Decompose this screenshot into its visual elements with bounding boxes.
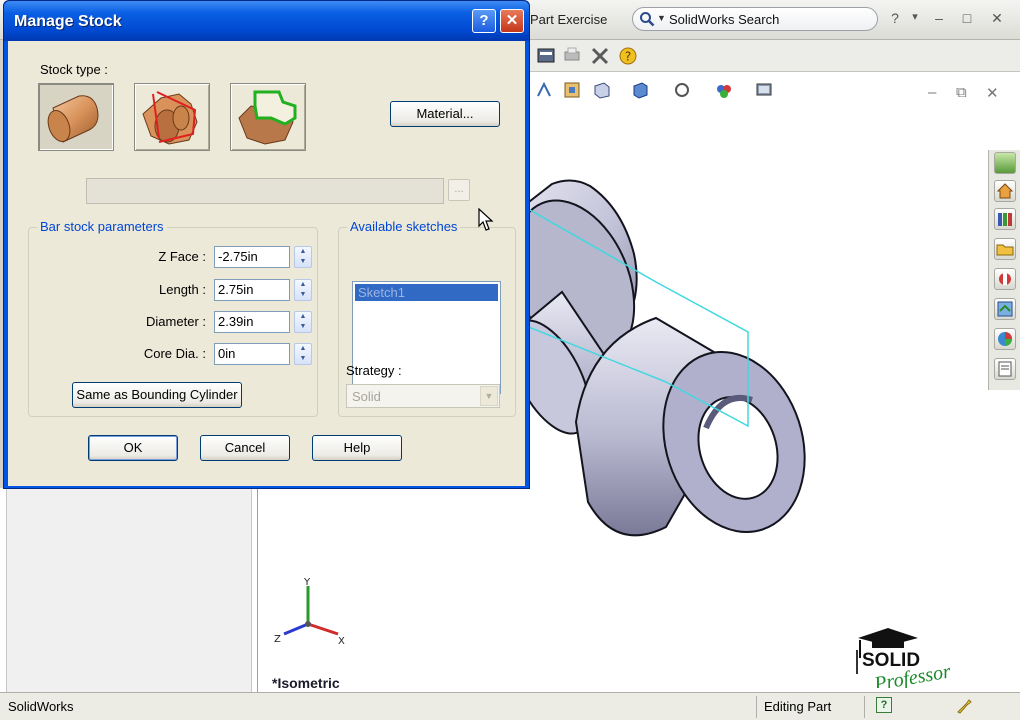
solidworks-resources-tab[interactable]: [994, 152, 1016, 174]
same-as-bounding-cylinder-button[interactable]: Same as Bounding Cylinder: [72, 382, 242, 408]
dialog-help-button[interactable]: ?: [472, 9, 496, 33]
revolved-stock-icon: [142, 91, 198, 145]
dialog-title-bar[interactable]: Manage Stock ? ✕: [4, 1, 529, 41]
cancel-button[interactable]: Cancel: [200, 435, 290, 461]
view-name-label: *Isometric: [272, 675, 340, 691]
material-button[interactable]: Material...: [390, 101, 500, 127]
close-button[interactable]: ✕: [988, 10, 1006, 27]
manage-stock-dialog: Manage Stock ? ✕ Stock type : Material..…: [3, 0, 530, 489]
chevron-down-icon: ▼: [480, 386, 498, 406]
z-face-spinner[interactable]: ▲ ▼: [294, 246, 312, 268]
status-divider: [864, 696, 865, 718]
triad-z-label: Z: [274, 634, 281, 645]
standard-toolbar: ?: [530, 40, 1020, 72]
length-label: Length :: [159, 282, 206, 297]
solidworks-search-box[interactable]: ▼ SolidWorks Search: [632, 7, 878, 31]
core-dia-spinner[interactable]: ▲ ▼: [294, 343, 312, 365]
view-palette-tab[interactable]: [994, 268, 1016, 290]
rebuild-x-icon[interactable]: [590, 46, 610, 66]
sketch-stock-button[interactable]: [230, 83, 306, 151]
z-face-input[interactable]: -2.75in: [214, 246, 290, 268]
folder-icon[interactable]: [994, 238, 1016, 260]
help-dropdown-icon[interactable]: ▾: [906, 10, 924, 23]
length-input[interactable]: 2.75in: [214, 279, 290, 301]
color-palette-icon[interactable]: [994, 328, 1016, 350]
svg-text:?: ?: [625, 50, 631, 64]
viewport-close-button[interactable]: ✕: [986, 84, 999, 102]
hide-show-items-icon[interactable]: [714, 80, 734, 100]
status-editing-mode: Editing Part: [764, 699, 832, 714]
feature-manager-panel: [0, 488, 258, 692]
options-icon[interactable]: [536, 46, 556, 66]
status-bar: SolidWorks Editing Part ?: [0, 692, 1020, 720]
sketch-stock-icon: [238, 90, 297, 145]
list-item[interactable]: Sketch1: [355, 284, 498, 301]
pin-icon[interactable]: [954, 696, 974, 716]
core-dia-label: Core Dia. :: [143, 346, 206, 361]
viewport-restore-button[interactable]: ⧉: [956, 84, 967, 101]
dialog-body: Stock type : Material... ... Bar stock p…: [8, 41, 525, 486]
bar-stock-icon: [47, 95, 99, 143]
bar-stock-button[interactable]: [38, 83, 114, 151]
orientation-triad: Y Z X: [274, 577, 345, 647]
design-library-tab[interactable]: [994, 208, 1016, 230]
bar-stock-parameters-title: Bar stock parameters: [37, 219, 167, 234]
search-label: SolidWorks Search: [669, 12, 780, 27]
triad-y-label: Y: [303, 577, 311, 588]
core-dia-input[interactable]: 0in: [214, 343, 290, 365]
status-help-icon[interactable]: ?: [876, 697, 892, 713]
dialog-close-button[interactable]: ✕: [500, 9, 524, 33]
diameter-label: Diameter :: [146, 314, 206, 329]
section-view-icon[interactable]: [592, 80, 612, 100]
strategy-label: Strategy :: [346, 363, 402, 378]
help-question-icon[interactable]: ?: [618, 46, 638, 66]
status-divider: [756, 696, 757, 718]
dialog-title: Manage Stock: [14, 13, 122, 30]
zoom-area-icon[interactable]: [562, 80, 582, 100]
print-icon[interactable]: [562, 46, 582, 66]
custom-properties-tab[interactable]: [994, 358, 1016, 380]
view-settings-icon[interactable]: [754, 80, 774, 100]
triad-x-label: X: [338, 636, 345, 647]
viewport-minimize-button[interactable]: –: [928, 84, 936, 101]
maximize-button[interactable]: □: [958, 10, 976, 26]
status-app-name: SolidWorks: [8, 699, 74, 714]
mouse-cursor-icon: [478, 208, 494, 231]
search-dropdown-icon[interactable]: ▼: [657, 13, 666, 23]
task-pane-tabs: [988, 150, 1020, 390]
diameter-input[interactable]: 2.39in: [214, 311, 290, 333]
help-menu-button[interactable]: ?: [886, 10, 904, 26]
minimize-button[interactable]: –: [930, 10, 948, 26]
view-orientation-icon[interactable]: [630, 80, 650, 100]
solidprofessor-logo: SOLID Professor: [856, 628, 953, 688]
part-model[interactable]: [516, 172, 856, 562]
z-face-label: Z Face :: [158, 249, 206, 264]
browse-button: ...: [448, 179, 470, 201]
diameter-spinner[interactable]: ▲ ▼: [294, 311, 312, 333]
home-icon[interactable]: [994, 180, 1016, 202]
document-title: Part Exercise: [530, 12, 608, 27]
appearances-tab[interactable]: [994, 298, 1016, 320]
search-icon: [640, 12, 655, 27]
revolved-stock-button[interactable]: [134, 83, 210, 151]
ok-button[interactable]: OK: [88, 435, 178, 461]
strategy-value: Solid: [352, 389, 381, 404]
length-spinner[interactable]: ▲ ▼: [294, 279, 312, 301]
zoom-fit-icon[interactable]: [534, 80, 554, 100]
help-button[interactable]: Help: [312, 435, 402, 461]
feature-manager-tree[interactable]: [6, 488, 252, 692]
available-sketches-title: Available sketches: [347, 219, 461, 234]
strategy-select: Solid ▼: [346, 384, 500, 408]
display-style-icon[interactable]: [672, 80, 692, 100]
stock-type-label: Stock type :: [40, 62, 108, 77]
stock-path-field: [86, 178, 444, 204]
